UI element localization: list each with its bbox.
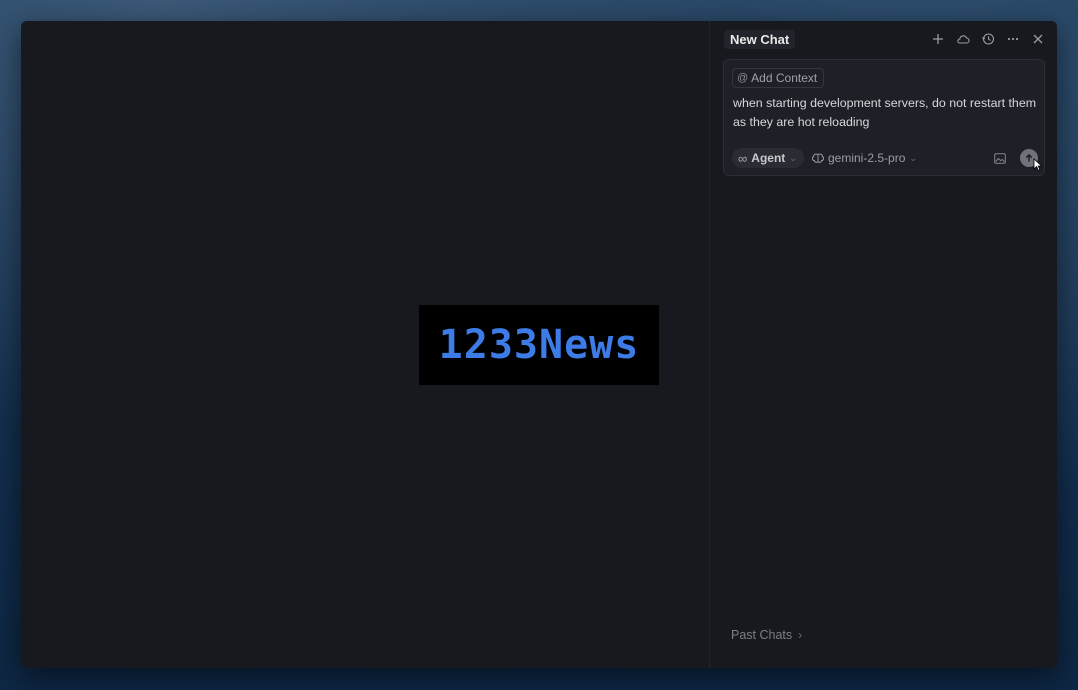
chat-input-card: @ Add Context when starting development … <box>723 59 1045 176</box>
at-icon: @ <box>737 72 749 84</box>
input-controls: ∞ Agent ⌄ gemini-2.5-pro ⌄ <box>732 148 1043 172</box>
infinity-icon: ∞ <box>738 150 748 166</box>
chevron-right-icon: › <box>798 628 803 642</box>
cloud-icon[interactable] <box>954 30 972 48</box>
prompt-input[interactable]: when starting development servers, do no… <box>733 94 1039 132</box>
mouse-pointer-icon <box>1033 158 1043 172</box>
close-icon[interactable] <box>1029 30 1047 48</box>
past-chats-label: Past Chats <box>731 628 793 642</box>
mode-selector[interactable]: ∞ Agent ⌄ <box>732 148 804 168</box>
chat-header: New Chat <box>710 21 1057 57</box>
app-window: 1233News New Chat @ Add Context when sta… <box>21 21 1057 668</box>
model-label: gemini-2.5-pro <box>828 151 906 165</box>
more-icon[interactable] <box>1004 30 1022 48</box>
brain-icon <box>812 153 824 163</box>
image-icon[interactable] <box>992 150 1008 166</box>
chevron-down-icon: ⌄ <box>789 152 797 163</box>
news-logo: 1233News <box>419 305 659 385</box>
mode-label: Agent <box>751 151 786 165</box>
chevron-down-icon: ⌄ <box>909 152 917 163</box>
add-context-label: Add Context <box>751 71 818 85</box>
add-context-button[interactable]: @ Add Context <box>732 68 825 88</box>
history-icon[interactable] <box>979 30 997 48</box>
chat-panel: New Chat @ Add Context when starting dev… <box>709 21 1057 668</box>
logo-text: 1233News <box>438 322 640 368</box>
past-chats-link[interactable]: Past Chats › <box>731 628 802 642</box>
chat-title-tab[interactable]: New Chat <box>724 30 796 49</box>
header-actions <box>929 30 1047 48</box>
plus-icon[interactable] <box>929 30 947 48</box>
model-selector[interactable]: gemini-2.5-pro ⌄ <box>812 148 917 168</box>
editor-pane: 1233News <box>21 21 709 668</box>
